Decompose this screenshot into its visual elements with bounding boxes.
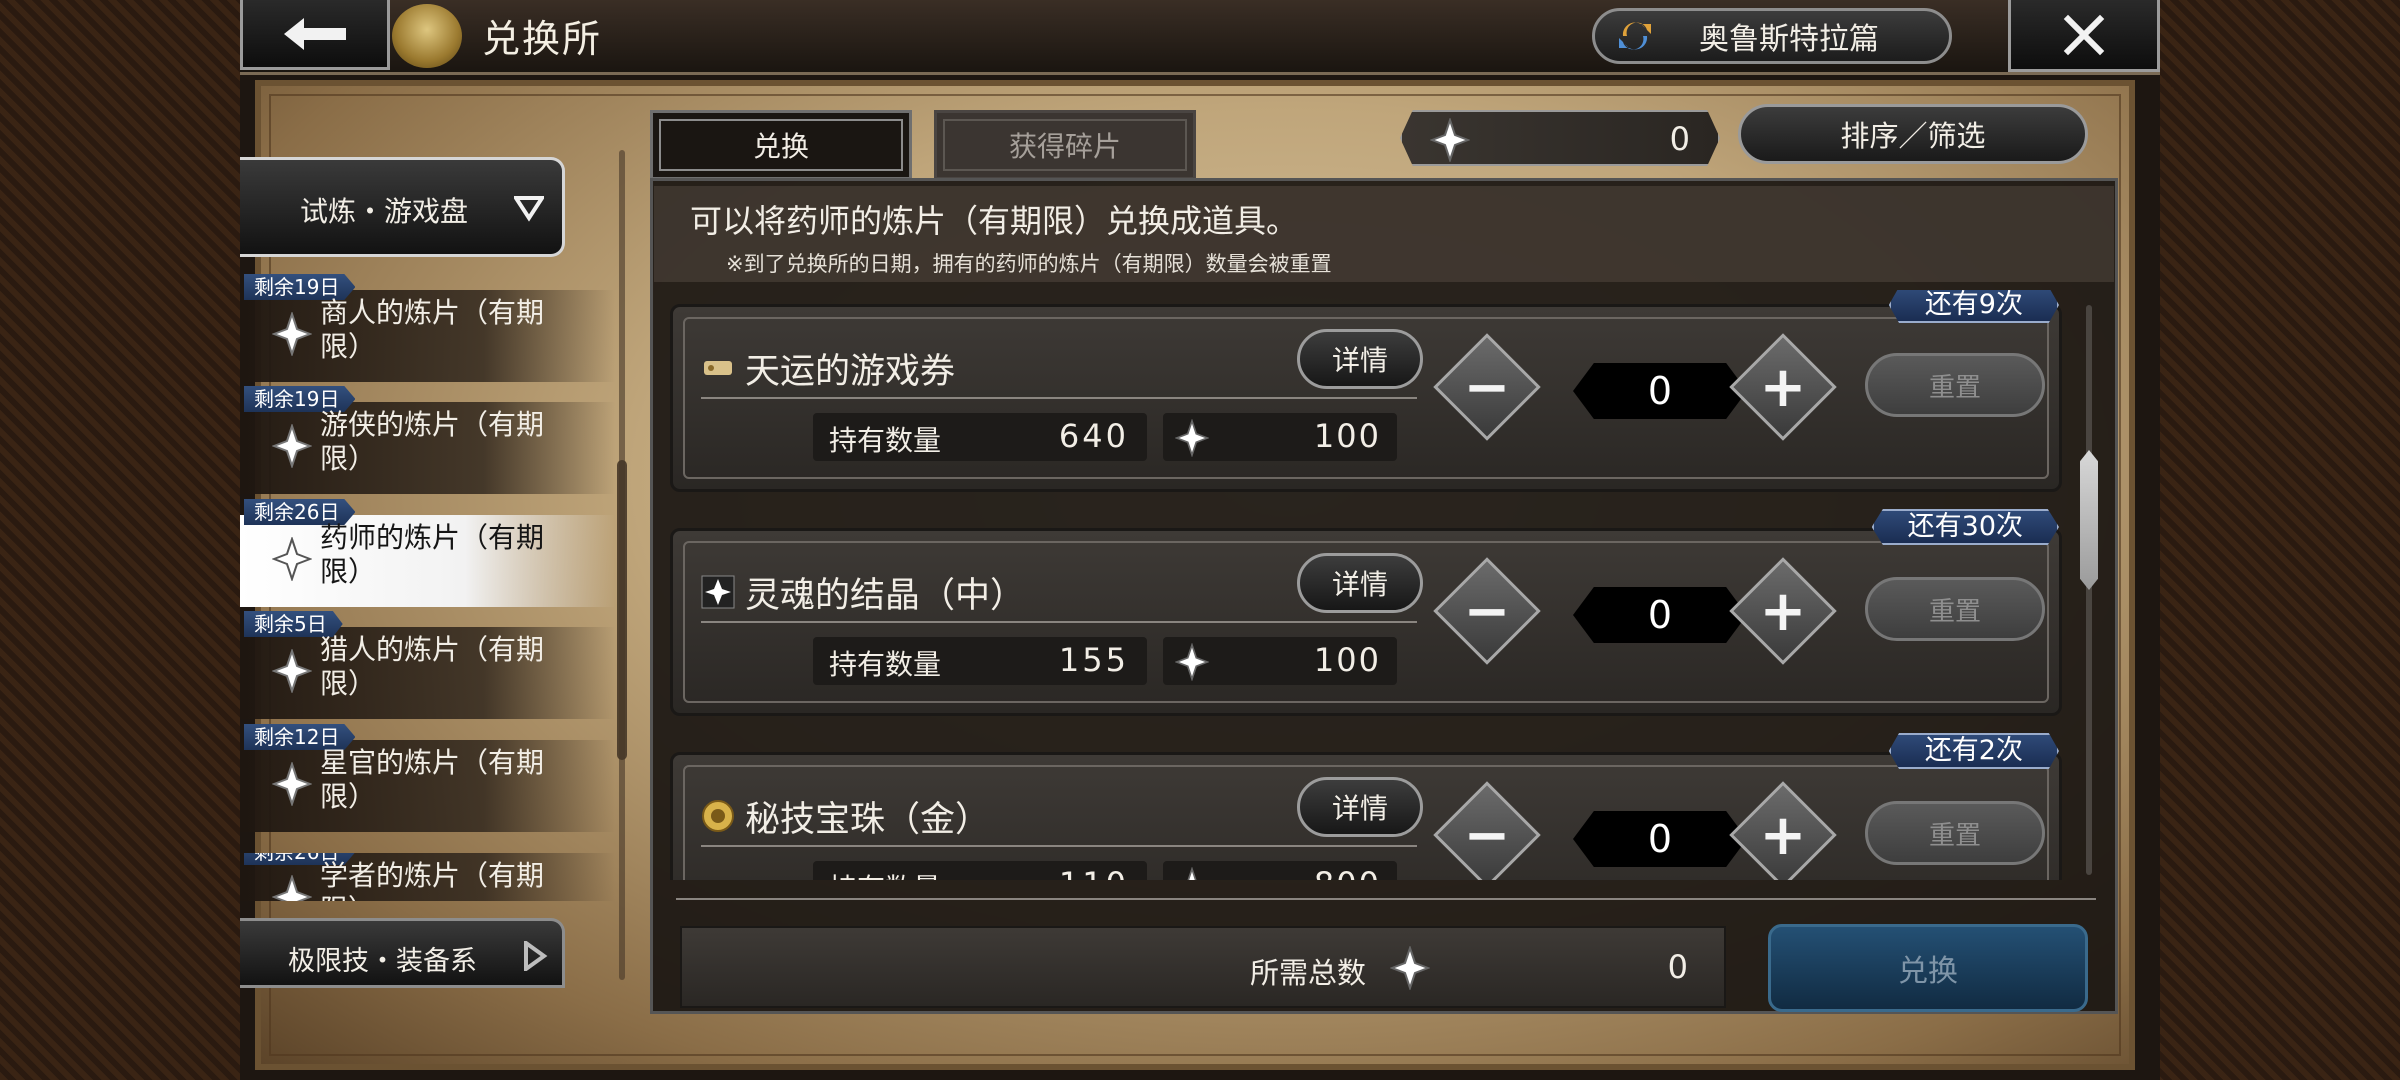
quantity-display: 0 xyxy=(1573,811,1747,867)
details-button[interactable]: 详情 xyxy=(1297,329,1423,389)
cost-value: 100 xyxy=(1313,641,1381,679)
quantity-display: 0 xyxy=(1573,363,1747,419)
quantity-display: 0 xyxy=(1573,587,1747,643)
description-text: 可以将药师的炼片（有期限）兑换成道具。 xyxy=(690,202,1299,240)
details-button[interactable]: 详情 xyxy=(1297,553,1423,613)
owned-label: 持有数量 xyxy=(829,424,942,457)
sidebar-item-label: 药师的炼片（有期限） xyxy=(320,521,545,588)
chapter-label: 奥鲁斯特拉篇 xyxy=(1699,22,1879,57)
shard-icon xyxy=(1187,867,1197,880)
description-note: ※到了兑换所的日期，拥有的药师的炼片（有期限）数量会被重置 xyxy=(726,252,1332,276)
owned-label: 持有数量 xyxy=(829,867,941,880)
remaining-count-badge: 还有9次 xyxy=(1888,290,2059,323)
sidebar-item-scholar[interactable]: 剩余26日 学者的炼片（有期限） xyxy=(240,853,615,901)
plus-icon: + xyxy=(1759,354,1807,420)
reset-button[interactable]: 重置 xyxy=(1865,801,2045,865)
owned-value: 640 xyxy=(1058,417,1129,455)
category-dropdown[interactable]: 试炼・游戏盘 xyxy=(240,157,565,257)
shard-cost: 100 xyxy=(1163,413,1397,461)
sidebar-item-apothecary[interactable]: 剩余26日 药师的炼片（有期限） xyxy=(240,499,615,607)
sidebar-item-hunter[interactable]: 剩余5日 猎人的炼片（有期限） xyxy=(240,611,615,719)
sidebar-item-label: 星官的炼片（有期限） xyxy=(320,746,545,813)
reset-button[interactable]: 重置 xyxy=(1865,353,2045,417)
tab-get-shards[interactable]: 获得碎片 xyxy=(934,110,1196,180)
sidebar-scrollbar-thumb[interactable] xyxy=(617,460,627,760)
gold-orb-icon xyxy=(702,800,734,832)
sidebar-item-merchant[interactable]: 剩余19日 商人的炼片（有期限） xyxy=(240,274,615,382)
owned-count: 持有数量 155 xyxy=(813,637,1147,685)
shard-icon xyxy=(272,762,312,806)
divider xyxy=(701,397,1417,399)
owned-count: 持有数量 110 xyxy=(813,861,1147,880)
exchange-row: 还有2次 秘技宝珠（金） 详情 持有数量 110 800 − 0 + 重置 xyxy=(670,733,2062,880)
refresh-icon xyxy=(1619,22,1651,50)
item-name: 天运的游戏券 xyxy=(745,352,956,392)
shard-icon xyxy=(1390,946,1430,990)
minus-icon: − xyxy=(1463,578,1511,644)
total-required-bar: 所需总数 0 xyxy=(680,926,1726,1008)
chevron-right-icon xyxy=(524,941,548,971)
crystal-icon xyxy=(701,575,735,609)
shard-icon xyxy=(272,875,312,901)
exchange-row: 还有9次 天运的游戏券 详情 持有数量 640 100 − 0 + 重置 xyxy=(670,290,2062,492)
reset-button[interactable]: 重置 xyxy=(1865,577,2045,641)
exchange-shop-icon xyxy=(392,4,462,68)
sidebar-item-astrologer[interactable]: 剩余12日 星官的炼片（有期限） xyxy=(240,724,615,832)
item-name: 灵魂的结晶（中） xyxy=(745,576,1026,616)
total-required-value: 0 xyxy=(1667,948,1688,986)
shard-icon xyxy=(272,312,312,356)
item-list-scrollbar[interactable] xyxy=(2086,305,2092,875)
cost-value: 800 xyxy=(1314,865,1381,880)
minus-icon: − xyxy=(1463,802,1511,868)
sort-filter-button[interactable]: 排序／筛选 xyxy=(1738,104,2088,164)
owned-label: 持有数量 xyxy=(829,648,942,681)
details-button[interactable]: 详情 xyxy=(1297,777,1423,837)
divider xyxy=(701,845,1417,847)
divider xyxy=(701,621,1417,623)
shard-count: 0 xyxy=(1669,120,1690,158)
back-button[interactable] xyxy=(240,0,390,70)
shard-icon xyxy=(272,649,312,693)
tab-exchange[interactable]: 兑换 xyxy=(650,110,912,180)
close-icon xyxy=(2063,14,2105,55)
shard-counter: 0 xyxy=(1400,110,1720,166)
exchange-button[interactable]: 兑换 xyxy=(1768,924,2088,1012)
total-required-label: 所需总数 xyxy=(1250,956,1367,990)
chapter-switch-button[interactable]: 奥鲁斯特拉篇 xyxy=(1592,8,1952,64)
owned-count: 持有数量 640 xyxy=(813,413,1147,461)
minus-icon: − xyxy=(1463,354,1511,420)
shard-icon xyxy=(1175,419,1209,457)
divider xyxy=(676,898,2096,900)
remaining-count-badge: 还有2次 xyxy=(1888,733,2059,769)
cost-value: 100 xyxy=(1313,417,1381,455)
arrow-left-icon xyxy=(284,17,346,50)
ticket-icon xyxy=(704,361,732,375)
sidebar-item-label: 学者的炼片（有期限） xyxy=(320,859,545,901)
shard-icon xyxy=(1430,118,1470,162)
item-list-scrollbar-thumb[interactable] xyxy=(2080,450,2098,590)
page-title: 兑换所 xyxy=(482,17,603,61)
shard-icon xyxy=(272,424,312,468)
item-name: 秘技宝珠（金） xyxy=(745,800,991,840)
plus-icon: + xyxy=(1759,802,1807,868)
exchange-row: 还有30次 灵魂的结晶（中） 详情 持有数量 155 100 − 0 + 重置 xyxy=(670,509,2062,716)
owned-value: 155 xyxy=(1058,641,1129,679)
category-footer-label: 极限技・装备系 xyxy=(288,946,477,977)
remaining-count-badge: 还有30次 xyxy=(1871,509,2059,545)
sidebar-item-label: 猎人的炼片（有期限） xyxy=(320,633,545,700)
plus-icon: + xyxy=(1759,578,1807,644)
exchange-item-list[interactable]: 还有9次 天运的游戏券 详情 持有数量 640 100 − 0 + 重置 还有3… xyxy=(655,290,2113,880)
category-limit-break-button[interactable]: 极限技・装备系 xyxy=(240,918,565,988)
shard-icon xyxy=(1175,643,1209,681)
shard-cost: 800 xyxy=(1163,861,1397,880)
close-button[interactable] xyxy=(2008,0,2160,72)
category-dropdown-label: 试炼・游戏盘 xyxy=(300,195,469,228)
sidebar-item-label: 游侠的炼片（有期限） xyxy=(320,408,545,475)
sidebar-item-ranger[interactable]: 剩余19日 游侠的炼片（有期限） xyxy=(240,386,615,494)
owned-value: 110 xyxy=(1059,865,1129,880)
shard-cost: 100 xyxy=(1163,637,1397,685)
chevron-down-icon xyxy=(514,196,544,222)
sidebar-item-label: 商人的炼片（有期限） xyxy=(320,296,545,363)
shard-icon xyxy=(272,537,312,581)
